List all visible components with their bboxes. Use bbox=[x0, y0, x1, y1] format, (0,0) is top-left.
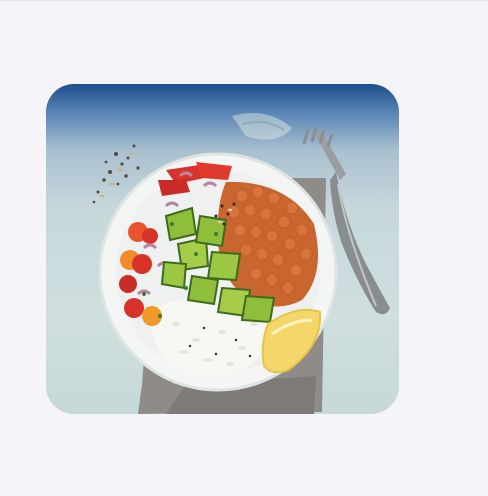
lemon-wedge-top bbox=[232, 112, 292, 140]
grain-sprinkle bbox=[99, 152, 135, 198]
top-divider bbox=[0, 0, 488, 1]
food-photo-card[interactable] bbox=[46, 84, 399, 414]
food-photo bbox=[92, 112, 390, 414]
